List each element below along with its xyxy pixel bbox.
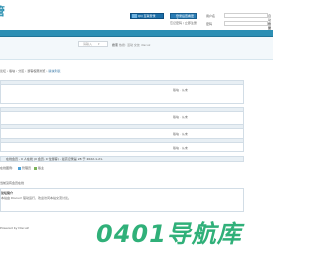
forum-description: 论坛简介 本站由 Discuz! 驱动运行，欢迎访问本站交流讨论。 xyxy=(0,188,244,212)
qq-login-button[interactable]: QQ 互联登录 xyxy=(130,13,164,19)
register-links[interactable]: 忘记密码 / 立即注册 xyxy=(170,21,197,25)
site-logo[interactable]: 管 xyxy=(0,6,12,18)
breadcrumb: 论坛 › 版块 › 分区 › 游客权限浏览 › 版块列表 xyxy=(0,69,60,73)
username-label: 用户名 xyxy=(206,14,216,18)
forum-row[interactable]: 版块 · 从未 xyxy=(1,112,243,122)
password-field[interactable] xyxy=(224,21,268,26)
forum-section: 版块 · 从未 xyxy=(0,80,244,104)
watermark-text: 0401导航库 xyxy=(96,220,242,248)
online-members-text: 当前没有会员在线 xyxy=(0,181,25,185)
online-legend: 在线图例: 管理员 版主 xyxy=(0,164,244,172)
legend-item: 版主 xyxy=(34,166,44,170)
hot-label: 热搜: xyxy=(118,43,126,47)
hot-search: 搜索 热搜: 活动 交友 discuz xyxy=(112,43,150,47)
hot-terms[interactable]: 活动 交友 discuz xyxy=(127,43,150,47)
legend-item: 管理员 xyxy=(18,166,31,170)
site-header: 管 QQ 互联登录 登录后查看更多 忘记密码 / 立即注册 用户名 密码 自动登… xyxy=(0,0,273,38)
mobile-login-button[interactable]: 登录后查看更多 xyxy=(170,13,197,22)
footer[interactable]: Powered by Discuz! xyxy=(0,226,29,230)
breadcrumb-path[interactable]: 论坛 › 版块 › 分区 › 游客权限浏览 › xyxy=(0,69,47,73)
forum-meta: 版块 · 从未 xyxy=(173,88,188,92)
search-button[interactable]: 搜索 xyxy=(112,43,118,47)
site-watermark: 0401导航库 xyxy=(96,219,276,249)
main-navbar xyxy=(0,30,273,37)
username-field[interactable] xyxy=(224,13,268,18)
forum-meta: 版块 · 从未 xyxy=(173,146,188,150)
search-bar-area xyxy=(0,37,273,60)
admin-legend-icon xyxy=(18,166,21,170)
forum-row[interactable]: 版块 · 从未 xyxy=(1,85,243,95)
forum-row[interactable]: 版块 · 从未 xyxy=(1,143,243,153)
qq-login-label: QQ 互联登录 xyxy=(138,14,156,18)
breadcrumb-current[interactable]: 版块列表 xyxy=(48,69,60,73)
description-title: 论坛简介 xyxy=(1,191,14,195)
qq-icon xyxy=(132,14,137,18)
description-text: 本站由 Discuz! 驱动运行，欢迎访问本站交流讨论。 xyxy=(1,196,71,200)
moderator-legend-icon xyxy=(34,166,37,170)
search-dropdown-icon[interactable]: ▾ xyxy=(98,42,104,46)
legend-label: 在线图例: xyxy=(0,166,14,170)
online-stats-header[interactable]: 在线会员 - 0 人在线 (0 会员, 0 位游客) - 最高记录是 28 于 … xyxy=(0,156,244,162)
forum-section: 版块 · 从未 xyxy=(0,138,244,152)
forum-meta: 版块 · 从未 xyxy=(173,115,188,119)
forum-meta: 版块 · 从未 xyxy=(173,132,188,136)
password-label: 密码 xyxy=(206,22,213,26)
